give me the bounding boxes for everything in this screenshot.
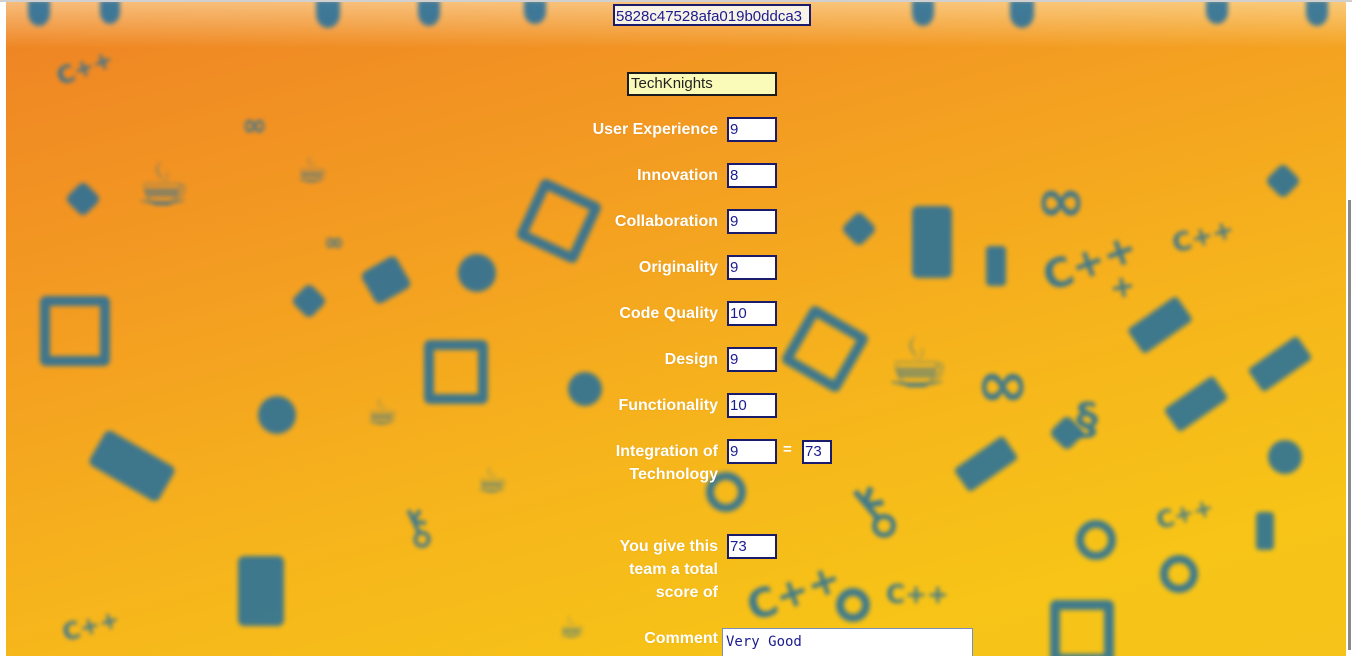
computed-sum-field: 73	[802, 440, 832, 464]
team-id-field[interactable]: 5828c47528afa019b0ddca3	[613, 4, 811, 26]
innovation-input[interactable]: 8	[727, 163, 777, 188]
design-input[interactable]: 9	[727, 347, 777, 372]
design-label: Design	[664, 351, 718, 368]
total-score-label: You give this team a total score of	[619, 538, 718, 601]
code-quality-input[interactable]: 10	[727, 301, 777, 326]
integration-of-technology-label: Integration of Technology	[615, 443, 718, 483]
user-experience-input[interactable]: 9	[727, 117, 777, 142]
originality-label: Originality	[638, 259, 718, 276]
collaboration-label: Collaboration	[614, 213, 718, 230]
originality-input[interactable]: 9	[727, 255, 777, 280]
collaboration-input[interactable]: 9	[727, 209, 777, 234]
comment-label: Comment	[644, 630, 718, 647]
team-name-field[interactable]: TechKnights	[627, 72, 777, 96]
total-score-input[interactable]: 73	[727, 534, 777, 559]
innovation-label: Innovation	[637, 167, 718, 184]
functionality-label: Functionality	[618, 397, 718, 414]
equals-sign: =	[783, 441, 792, 458]
user-experience-label: User Experience	[592, 121, 718, 138]
integration-of-technology-input[interactable]: 9	[727, 439, 777, 464]
functionality-input[interactable]: 10	[727, 393, 777, 418]
code-quality-label: Code Quality	[619, 305, 718, 322]
score-form: 5828c47528afa019b0ddca3 TechKnights User…	[0, 0, 1352, 656]
comment-textarea[interactable]: Very Good	[722, 628, 973, 656]
